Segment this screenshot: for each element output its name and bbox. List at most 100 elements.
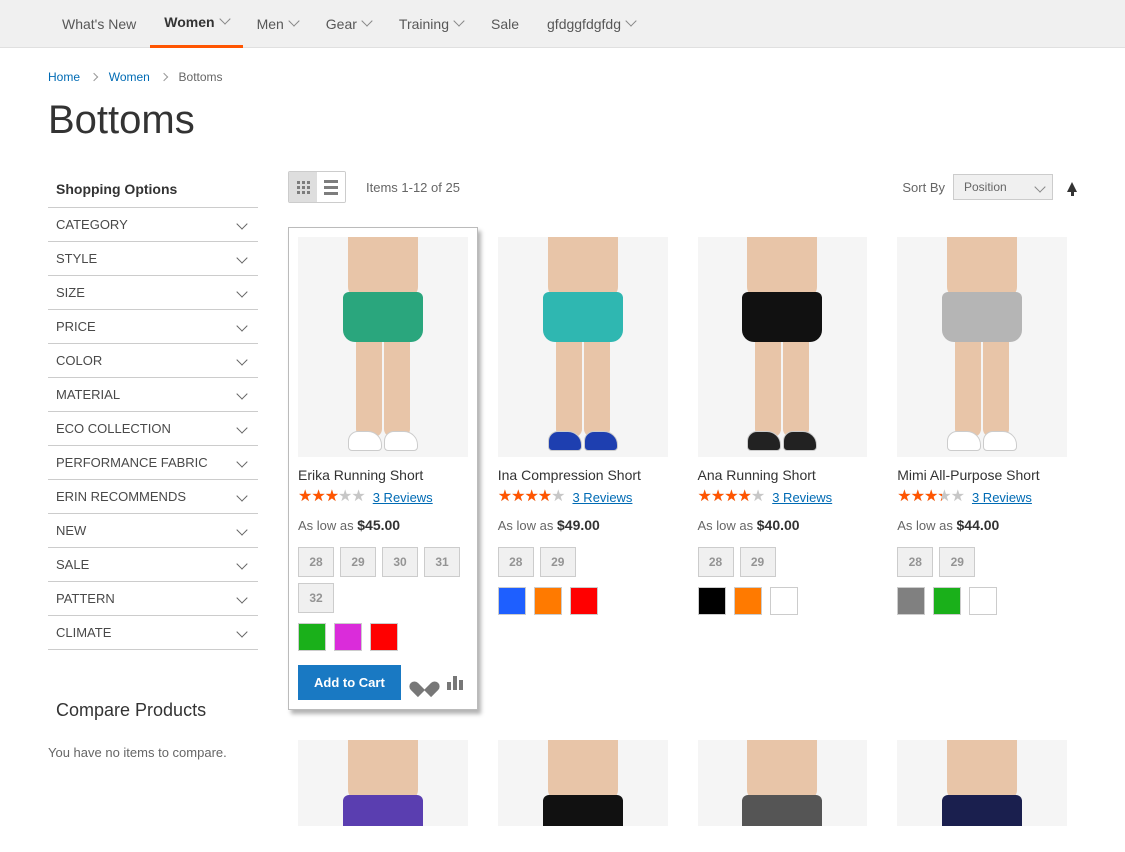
filter-eco-collection[interactable]: ECO COLLECTION [48, 411, 258, 445]
size-swatch[interactable]: 29 [939, 547, 975, 577]
sort-value: Position [964, 180, 1007, 194]
product-image[interactable] [298, 740, 468, 826]
product-card[interactable] [887, 730, 1077, 836]
filter-climate[interactable]: CLIMATE [48, 615, 258, 650]
price: $45.00 [357, 517, 400, 533]
nav-item-training[interactable]: Training [385, 0, 477, 48]
product-card[interactable]: Mimi All-Purpose Short ★★★★★★★★★★ 3 Review… [887, 227, 1077, 710]
star-rating-icon: ★★★★★★★★★★ [897, 489, 964, 505]
filter-size[interactable]: SIZE [48, 275, 258, 309]
product-name[interactable]: Ana Running Short [698, 467, 868, 483]
product-image[interactable] [897, 740, 1067, 826]
nav-item-men[interactable]: Men [243, 0, 312, 48]
product-image[interactable] [298, 237, 468, 457]
filter-color[interactable]: COLOR [48, 343, 258, 377]
product-card[interactable] [688, 730, 878, 836]
product-image[interactable] [897, 237, 1067, 457]
color-swatch[interactable] [298, 623, 326, 651]
product-name[interactable]: Ina Compression Short [498, 467, 668, 483]
filter-label: MATERIAL [56, 387, 120, 402]
price-prefix: As low as [897, 518, 953, 533]
chevron-down-icon [236, 592, 247, 603]
nav-label: gfdggfdgfdg [547, 16, 621, 32]
filter-label: PRICE [56, 319, 96, 334]
product-card[interactable]: Ina Compression Short★★★★★★★★★★3 Reviews… [488, 227, 678, 710]
reviews-link[interactable]: 3 Reviews [373, 490, 433, 505]
product-card[interactable] [288, 730, 478, 836]
nav-item-gfdggfdgfdg[interactable]: gfdggfdgfdg [533, 0, 649, 48]
filter-label: SIZE [56, 285, 85, 300]
product-card[interactable]: Erika Running Short★★★★★★★★★★3 ReviewsAs… [288, 227, 478, 710]
product-card[interactable] [488, 730, 678, 836]
nav-item-sale[interactable]: Sale [477, 0, 533, 48]
nav-item-gear[interactable]: Gear [312, 0, 385, 48]
size-swatch[interactable]: 29 [740, 547, 776, 577]
reviews-link[interactable]: 3 Reviews [972, 490, 1032, 505]
filter-performance-fabric[interactable]: PERFORMANCE FABRIC [48, 445, 258, 479]
color-swatch[interactable] [897, 587, 925, 615]
filter-category[interactable]: CATEGORY [48, 207, 258, 241]
product-name[interactable]: Mimi All-Purpose Short [897, 467, 1067, 483]
product-image[interactable] [498, 237, 668, 457]
size-swatch[interactable]: 30 [382, 547, 418, 577]
filter-material[interactable]: MATERIAL [48, 377, 258, 411]
reviews-link[interactable]: 3 Reviews [772, 490, 832, 505]
chevron-right-icon [90, 73, 98, 81]
grid-mode-button[interactable] [289, 172, 317, 202]
filter-erin-recommends[interactable]: ERIN RECOMMENDS [48, 479, 258, 513]
chevron-down-icon [236, 218, 247, 229]
chevron-down-icon [288, 15, 299, 26]
nav-item-what-s-new[interactable]: What's New [48, 0, 150, 48]
add-to-cart-button[interactable]: Add to Cart [298, 665, 401, 700]
chevron-down-icon [236, 388, 247, 399]
list-mode-button[interactable] [317, 172, 345, 202]
color-swatch[interactable] [734, 587, 762, 615]
filter-sale[interactable]: SALE [48, 547, 258, 581]
size-swatch[interactable]: 28 [698, 547, 734, 577]
content: Items 1-12 of 25 Sort By Position Erika … [288, 171, 1077, 836]
size-swatch[interactable]: 29 [540, 547, 576, 577]
size-swatch[interactable]: 28 [897, 547, 933, 577]
product-image[interactable] [698, 237, 868, 457]
product-name[interactable]: Erika Running Short [298, 467, 468, 483]
price-prefix: As low as [498, 518, 554, 533]
color-swatch[interactable] [933, 587, 961, 615]
size-swatch[interactable]: 28 [298, 547, 334, 577]
size-swatch[interactable]: 31 [424, 547, 460, 577]
chevron-down-icon [219, 13, 230, 24]
size-swatch[interactable]: 29 [340, 547, 376, 577]
reviews-link[interactable]: 3 Reviews [572, 490, 632, 505]
filter-style[interactable]: STYLE [48, 241, 258, 275]
compare-bars-icon[interactable] [447, 676, 463, 690]
sort-direction-button[interactable] [1067, 182, 1077, 192]
nav-item-women[interactable]: Women [150, 0, 242, 48]
breadcrumb-home-link[interactable]: Home [48, 70, 80, 84]
size-swatch[interactable]: 32 [298, 583, 334, 613]
product-image[interactable] [498, 740, 668, 826]
sort-select[interactable]: Position [953, 174, 1053, 200]
color-swatch[interactable] [570, 587, 598, 615]
color-swatch[interactable] [498, 587, 526, 615]
filter-pattern[interactable]: PATTERN [48, 581, 258, 615]
nav-label: Sale [491, 16, 519, 32]
filter-label: PERFORMANCE FABRIC [56, 455, 208, 470]
color-swatch[interactable] [370, 623, 398, 651]
wishlist-heart-icon[interactable] [415, 675, 433, 691]
color-swatch[interactable] [698, 587, 726, 615]
filter-label: COLOR [56, 353, 102, 368]
product-card[interactable]: Ana Running Short★★★★★★★★★★3 ReviewsAs l… [688, 227, 878, 710]
nav-label: Gear [326, 16, 357, 32]
sidebar: Shopping Options CATEGORYSTYLESIZEPRICEC… [48, 171, 258, 836]
chevron-down-icon [236, 252, 247, 263]
breadcrumb-women-link[interactable]: Women [109, 70, 150, 84]
filter-new[interactable]: NEW [48, 513, 258, 547]
color-swatch[interactable] [334, 623, 362, 651]
filter-price[interactable]: PRICE [48, 309, 258, 343]
chevron-down-icon [236, 456, 247, 467]
color-swatch[interactable] [770, 587, 798, 615]
product-image[interactable] [698, 740, 868, 826]
color-swatch[interactable] [969, 587, 997, 615]
color-swatch[interactable] [534, 587, 562, 615]
size-swatch[interactable]: 28 [498, 547, 534, 577]
chevron-down-icon [236, 558, 247, 569]
